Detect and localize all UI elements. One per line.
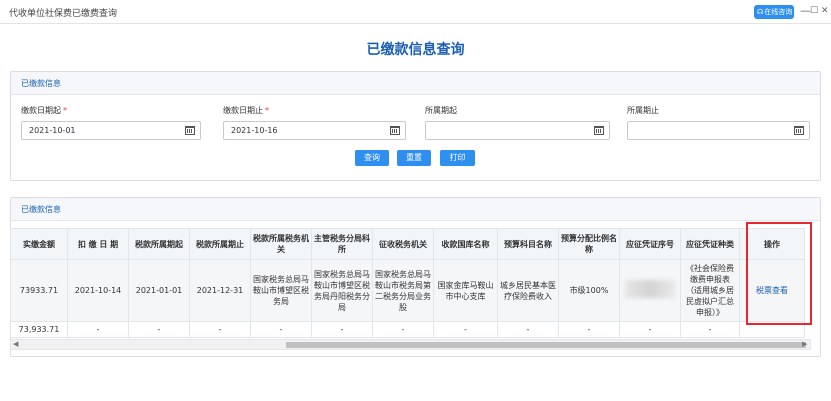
col-header: 应征凭证序号	[619, 228, 681, 260]
cell-period-start: 2021-01-01	[128, 259, 190, 322]
date-end-label: 缴款日期止 *	[223, 106, 269, 115]
reset-button[interactable]: 重置	[397, 150, 431, 166]
col-header: 应征凭证种类	[680, 228, 740, 260]
period-start-label: 所属期起	[425, 106, 457, 115]
col-header: 税款所属期起	[128, 228, 190, 260]
online-consult-label: 在线咨询	[764, 8, 793, 16]
cell-empty: -	[128, 321, 190, 338]
cell-deduct-date: 2021-10-14	[67, 259, 129, 322]
cell-ratio: 市级100%	[558, 259, 620, 322]
calendar-icon[interactable]	[794, 126, 804, 135]
cell-empty: -	[497, 321, 559, 338]
headset-icon: ☊	[757, 8, 764, 16]
print-button[interactable]: 打印	[440, 150, 475, 166]
cell-tax-office: 国家税务总局马鞍山市博望区税务局	[250, 259, 312, 322]
window-title: 代收单位社保费已缴费查询	[9, 9, 118, 19]
cell-amount: 73933.71	[10, 259, 68, 322]
scroll-right-icon[interactable]: ▶	[802, 340, 807, 349]
cell-budget-subject: 城乡居民基本医疗保险费收入	[497, 259, 559, 322]
cell-branch-office: 国家税务总局马鞍山市博望区税务局丹阳税务分局	[311, 259, 373, 322]
cell-voucher-no	[619, 259, 681, 322]
page-title: 已缴款信息查询	[366, 42, 465, 58]
table-row: 73933.71 2021-10-14 2021-01-01 2021-12-3…	[10, 259, 805, 322]
cell-empty: -	[67, 321, 129, 338]
cell-empty: -	[250, 321, 312, 338]
online-consult-button[interactable]: ☊在线咨询	[754, 5, 794, 19]
horizontal-scrollbar[interactable]: ◀ ▶	[10, 339, 811, 350]
title-bar: 代收单位社保费已缴费查询 ☊在线咨询 — ☐ ✕	[0, 0, 831, 24]
payment-table: 实缴金额 扣 缴 日 期 税款所属期起 税款所属期止 税款所属税务机关 主管税务…	[10, 228, 805, 338]
redacted-block	[625, 280, 675, 298]
col-header: 收款国库名称	[433, 228, 498, 260]
cell-empty: -	[433, 321, 498, 338]
cell-empty: -	[619, 321, 681, 338]
cell-empty: -	[680, 321, 740, 338]
col-header: 预算科目名称	[497, 228, 559, 260]
period-start-input[interactable]	[425, 121, 610, 140]
cell-empty: -	[189, 321, 251, 338]
cell-voucher-type: 《社会保险费缴费申报表（适用城乡居民虚拟户汇总申报）》	[680, 259, 740, 322]
date-end-input[interactable]: 2021-10-16	[223, 121, 406, 140]
total-row: 73,933.71 - - - - - - - - - - -	[10, 321, 805, 338]
cell-empty: -	[311, 321, 373, 338]
cell-period-end: 2021-12-31	[189, 259, 251, 322]
result-panel-heading: 已缴款信息	[11, 198, 820, 221]
date-end-value: 2021-10-16	[231, 126, 278, 135]
query-button[interactable]: 查询	[355, 150, 389, 166]
scroll-left-icon[interactable]: ◀	[13, 340, 18, 349]
col-header: 税款所属税务机关	[250, 228, 312, 260]
date-start-input[interactable]: 2021-10-01	[21, 121, 201, 140]
maximize-button[interactable]: ☐	[810, 5, 818, 17]
calendar-icon[interactable]	[185, 126, 195, 135]
highlight-box	[746, 222, 812, 325]
cell-treasury: 国家金库马鞍山市中心支库	[433, 259, 498, 322]
close-button[interactable]: ✕	[821, 5, 829, 17]
period-end-label: 所属期止	[627, 106, 659, 115]
cell-total-amount: 73,933.71	[10, 321, 68, 338]
col-header: 扣 缴 日 期	[67, 228, 129, 260]
table-header-row: 实缴金额 扣 缴 日 期 税款所属期起 税款所属期止 税款所属税务机关 主管税务…	[10, 228, 805, 260]
col-header: 主管税务分局科所	[311, 228, 373, 260]
cell-empty: -	[558, 321, 620, 338]
date-start-value: 2021-10-01	[29, 126, 76, 135]
col-header: 预算分配比例名称	[558, 228, 620, 260]
cell-collect-office: 国家税务总局马鞍山市税务局第二税务分局业务股	[372, 259, 434, 322]
cell-empty: -	[372, 321, 434, 338]
date-start-label: 缴款日期起 *	[21, 106, 67, 115]
col-header: 实缴金额	[10, 228, 68, 260]
query-panel-heading: 已缴款信息	[11, 72, 820, 95]
calendar-icon[interactable]	[390, 126, 400, 135]
calendar-icon[interactable]	[594, 126, 604, 135]
scroll-thumb[interactable]	[286, 342, 806, 348]
col-header: 征收税务机关	[372, 228, 434, 260]
period-end-input[interactable]	[627, 121, 810, 140]
col-header: 税款所属期止	[189, 228, 251, 260]
